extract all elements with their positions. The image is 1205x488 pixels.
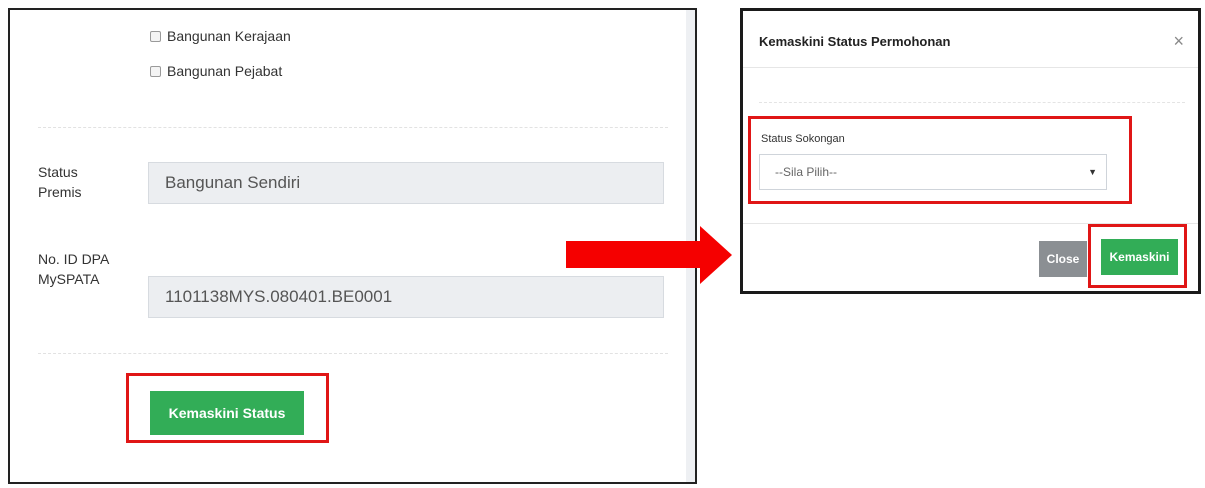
kemaskini-submit-button[interactable]: Kemaskini bbox=[1101, 239, 1178, 275]
checkbox-label: Bangunan Kerajaan bbox=[167, 28, 291, 44]
label-line: No. ID DPA bbox=[38, 251, 110, 267]
modal-section-divider bbox=[759, 102, 1185, 103]
bangunan-pejabat-checkbox[interactable] bbox=[150, 65, 161, 77]
chevron-down-icon: ▼ bbox=[1088, 167, 1097, 177]
modal-title: Kemaskini Status Permohonan bbox=[759, 34, 951, 49]
update-status-button[interactable]: Kemaskini Status bbox=[150, 391, 304, 435]
status-premis-field: Bangunan Sendiri bbox=[148, 162, 664, 204]
checkbox-row-bangunan-pejabat[interactable]: Bangunan Pejabat bbox=[150, 63, 282, 79]
dpa-id-label: No. ID DPA MySPATA bbox=[38, 249, 118, 289]
checkbox-row-bangunan-kerajaan[interactable]: Bangunan Kerajaan bbox=[150, 28, 291, 44]
status-sokongan-select[interactable]: --Sila Pilih-- ▼ bbox=[759, 154, 1107, 190]
close-icon[interactable]: × bbox=[1173, 31, 1184, 52]
label-line: Premis bbox=[38, 184, 82, 200]
label-line: MySPATA bbox=[38, 271, 100, 287]
bangunan-kerajaan-checkbox[interactable] bbox=[150, 30, 161, 42]
arrow-shaft bbox=[566, 241, 702, 268]
label-line: Status bbox=[38, 164, 78, 180]
checkbox-label: Bangunan Pejabat bbox=[167, 63, 283, 79]
section-divider bbox=[38, 127, 668, 128]
modal-header-divider bbox=[743, 67, 1198, 68]
close-button[interactable]: Close bbox=[1039, 241, 1087, 277]
status-premis-label: Status Premis bbox=[38, 162, 118, 202]
section-divider bbox=[38, 353, 668, 354]
select-value: --Sila Pilih-- bbox=[775, 165, 838, 179]
dpa-id-field: 1101138MYS.080401.BE0001 bbox=[148, 276, 664, 318]
arrow-right-icon bbox=[700, 226, 732, 284]
status-sokongan-label: Status Sokongan bbox=[761, 133, 845, 145]
update-status-modal: Kemaskini Status Permohonan × Status Sok… bbox=[740, 8, 1201, 294]
